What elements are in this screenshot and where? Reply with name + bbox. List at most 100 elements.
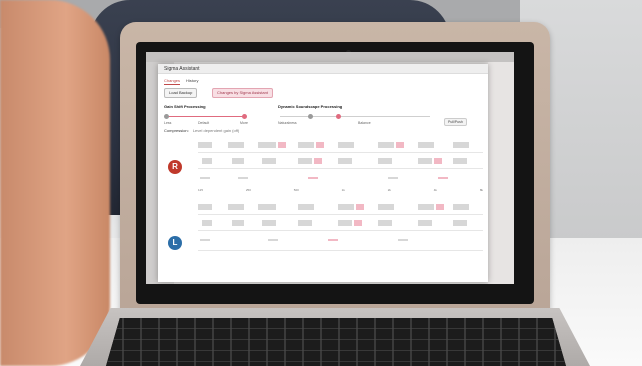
gain-cell	[238, 177, 248, 179]
photo-scene: Sigma Assistant Changes History Load Bac…	[0, 0, 642, 366]
blurred-hand	[0, 0, 110, 366]
gain-cell	[418, 158, 432, 164]
gain-cell	[453, 220, 467, 226]
compression-label: Compression:	[164, 128, 189, 133]
axis-tick: 8k	[479, 188, 483, 192]
dynamic-section-label: Dynamic Soundscape Processing	[278, 104, 343, 109]
gain-section-label: Gain Shift Processing	[164, 104, 206, 109]
laptop-screen: Sigma Assistant Changes History Load Bac…	[146, 52, 514, 284]
left-ear-row-1	[198, 202, 483, 212]
gain-cell	[268, 239, 278, 241]
gain-mid-label: Default	[198, 121, 210, 125]
gain-cell	[338, 158, 352, 164]
gain-cell	[262, 158, 276, 164]
gain-slider-fill	[166, 116, 244, 117]
right-ear-badge: R	[168, 160, 182, 174]
right-ear-row-3	[198, 172, 483, 182]
pull-push-button[interactable]: Pull/Push	[444, 118, 467, 126]
gain-cell	[298, 158, 312, 164]
gain-change-cell	[354, 220, 362, 226]
dynamic-slider-knob[interactable]	[336, 114, 341, 119]
gain-change-cell	[436, 204, 444, 210]
gain-max-label: More	[240, 121, 248, 125]
gain-cell	[298, 204, 314, 210]
tab-history[interactable]: History	[186, 76, 198, 85]
right-ear-row-2	[198, 156, 483, 166]
axis-tick: 4k	[433, 188, 437, 192]
gain-cell	[453, 142, 469, 148]
gain-cell	[378, 158, 392, 164]
gain-cell	[298, 220, 312, 226]
gain-cell	[418, 220, 432, 226]
axis-tick: 1k	[341, 188, 345, 192]
gain-cell	[378, 204, 394, 210]
axis-tick: 2k	[387, 188, 391, 192]
compression-row: Compression: Level dependent gain (off)	[164, 128, 239, 133]
assistant-dialog: Sigma Assistant Changes History Load Bac…	[158, 64, 488, 282]
gain-cell	[298, 142, 314, 148]
tab-changes[interactable]: Changes	[164, 76, 181, 85]
laptop-bezel: Sigma Assistant Changes History Load Bac…	[136, 42, 534, 304]
app-menubar	[146, 52, 514, 62]
axis-tick: 250	[245, 188, 251, 192]
app-right-panel	[488, 62, 514, 284]
gain-cell	[378, 142, 394, 148]
dialog-title: Sigma Assistant	[158, 64, 488, 74]
row-divider	[198, 214, 483, 215]
left-ear-badge: L	[168, 236, 182, 250]
axis-tick: 500	[293, 188, 299, 192]
gain-change-cell	[308, 177, 318, 179]
gain-cell	[258, 204, 276, 210]
right-ear-row-1	[198, 140, 483, 150]
gain-change-cell	[434, 158, 442, 164]
gain-cell	[258, 142, 276, 148]
gain-slider-knob[interactable]	[242, 114, 247, 119]
dynamic-right-label: Balance	[358, 121, 371, 125]
gain-cell	[232, 220, 244, 226]
axis-tick: 125	[198, 188, 204, 192]
gain-cell	[418, 204, 434, 210]
gain-change-cell	[328, 239, 338, 241]
row-divider	[198, 168, 483, 169]
gain-slider-start-knob[interactable]	[164, 114, 169, 119]
gain-change-cell	[356, 204, 364, 210]
gain-change-cell	[396, 142, 404, 148]
gain-cell	[202, 158, 212, 164]
gain-cell	[200, 177, 210, 179]
dynamic-slider-track[interactable]	[280, 116, 430, 117]
gain-cell	[338, 204, 354, 210]
left-ear-row-3	[198, 234, 483, 244]
gain-cell	[453, 158, 467, 164]
gain-cell	[398, 239, 408, 241]
gain-min-label: Less	[164, 121, 172, 125]
gain-cell	[198, 142, 212, 148]
gain-cell	[228, 204, 244, 210]
gain-cell	[202, 220, 212, 226]
gain-cell	[338, 142, 354, 148]
gain-change-cell	[314, 158, 322, 164]
gain-cell	[228, 142, 244, 148]
dynamic-left-label: Naturalness	[278, 121, 297, 125]
load-backup-button[interactable]: Load Backup	[164, 88, 198, 98]
dynamic-slider-grey-knob[interactable]	[308, 114, 313, 119]
gain-cell	[200, 239, 210, 241]
gain-change-cell	[278, 142, 286, 148]
gain-cell	[418, 142, 434, 148]
row-divider	[198, 230, 483, 231]
compression-value: Level dependent gain (off)	[192, 128, 240, 133]
gain-change-cell	[316, 142, 324, 148]
laptop-lid: Sigma Assistant Changes History Load Bac…	[120, 22, 550, 322]
gain-cell	[262, 220, 276, 226]
row-divider	[198, 152, 483, 153]
keyboard-rows	[106, 318, 566, 366]
gain-change-cell	[438, 177, 448, 179]
gain-cell	[198, 204, 212, 210]
gain-cell	[232, 158, 244, 164]
left-ear-row-2	[198, 218, 483, 228]
gain-cell	[378, 220, 392, 226]
row-divider	[198, 250, 483, 251]
frequency-axis: 125 250 500 1k 2k 4k 8k	[198, 188, 483, 194]
changes-by-assistant-button[interactable]: Changes by Sigma Assistant	[212, 88, 273, 98]
gain-cell	[388, 177, 398, 179]
gain-cell	[453, 204, 469, 210]
